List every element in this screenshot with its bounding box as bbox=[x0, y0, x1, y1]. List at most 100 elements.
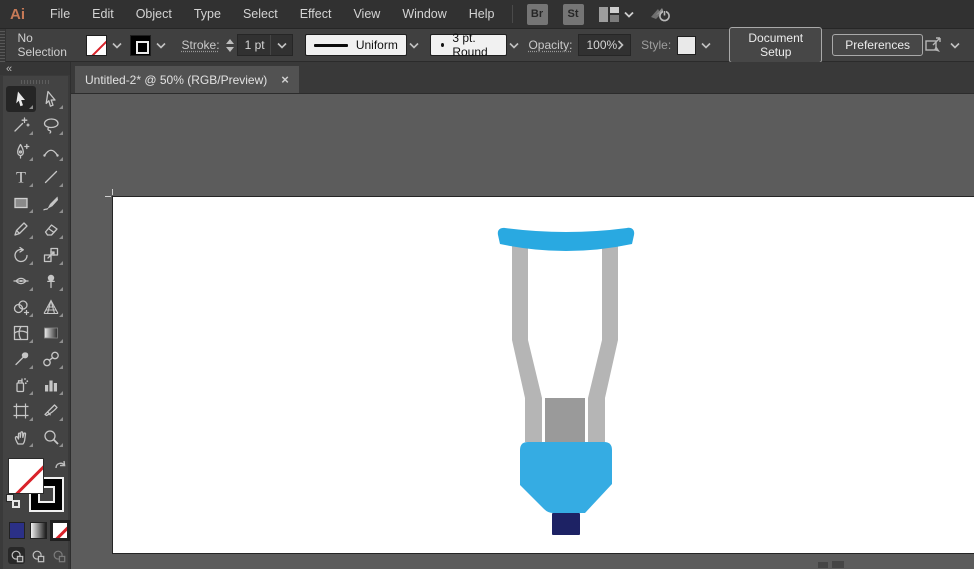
chevron-down-icon[interactable] bbox=[701, 42, 711, 49]
canvas-pasteboard[interactable] bbox=[71, 94, 974, 568]
hand-icon bbox=[12, 428, 30, 446]
crutch-artwork[interactable] bbox=[495, 222, 637, 537]
panel-grip-handle[interactable] bbox=[21, 80, 51, 84]
stroke-color-control[interactable] bbox=[130, 35, 166, 56]
width-profile-dropdown[interactable]: Uniform bbox=[305, 34, 407, 56]
touch-workspace-control[interactable] bbox=[923, 36, 960, 54]
fill-none-swatch[interactable] bbox=[86, 35, 107, 56]
zoom-tool[interactable] bbox=[36, 424, 66, 450]
crutch-inner-post[interactable] bbox=[545, 398, 585, 444]
default-fill-stroke-icon[interactable] bbox=[6, 494, 20, 508]
crutch-right-leg[interactable] bbox=[588, 242, 618, 442]
artboard[interactable] bbox=[113, 197, 974, 553]
fill-control[interactable] bbox=[86, 35, 122, 56]
stroke-weight-dropdown[interactable] bbox=[270, 35, 287, 55]
gradient-tool[interactable] bbox=[36, 320, 66, 346]
paintbrush-tool[interactable] bbox=[36, 190, 66, 216]
document-setup-button[interactable]: Document Setup bbox=[729, 27, 822, 63]
stroke-color-swatch[interactable] bbox=[130, 35, 151, 56]
none-button[interactable] bbox=[52, 522, 68, 539]
menu-item-help[interactable]: Help bbox=[458, 0, 506, 28]
menu-item-object[interactable]: Object bbox=[125, 0, 183, 28]
rotate-tool[interactable] bbox=[6, 242, 36, 268]
preferences-button[interactable]: Preferences bbox=[832, 34, 923, 56]
perspective-grid-tool[interactable] bbox=[36, 294, 66, 320]
magic-wand-tool[interactable] bbox=[6, 112, 36, 138]
chevron-right-icon[interactable] bbox=[617, 40, 624, 50]
type-tool[interactable]: T bbox=[6, 164, 36, 190]
menu-item-view[interactable]: View bbox=[342, 0, 391, 28]
gradient-icon bbox=[42, 324, 60, 342]
direct-selection-tool[interactable] bbox=[36, 86, 66, 112]
crutch-left-leg[interactable] bbox=[512, 242, 542, 442]
chevron-down-icon[interactable] bbox=[112, 42, 122, 49]
width-tool[interactable] bbox=[6, 268, 36, 294]
draw-behind-icon bbox=[31, 549, 45, 563]
panel-drag-handle[interactable] bbox=[0, 29, 6, 62]
illustrator-logo: Ai bbox=[10, 6, 25, 23]
menu-item-window[interactable]: Window bbox=[391, 0, 457, 28]
magic-wand-icon bbox=[12, 116, 30, 134]
zoom-icon bbox=[42, 428, 60, 446]
stroke-weight-value[interactable]: 1 pt bbox=[245, 38, 265, 52]
swap-fill-stroke-icon[interactable] bbox=[54, 458, 67, 476]
brush-definition-dropdown[interactable]: 3 pt. Round bbox=[430, 34, 507, 56]
opacity-label[interactable]: Opacity: bbox=[528, 38, 572, 52]
bridge-button[interactable]: Br bbox=[527, 4, 548, 25]
symbol-sprayer-tool[interactable] bbox=[6, 372, 36, 398]
draw-behind-button[interactable] bbox=[29, 547, 46, 564]
selection-status: No Selection bbox=[18, 31, 72, 59]
style-swatch[interactable] bbox=[677, 36, 696, 55]
fill-indicator-none[interactable] bbox=[8, 458, 44, 494]
menu-item-select[interactable]: Select bbox=[232, 0, 289, 28]
artboard-tool[interactable] bbox=[6, 398, 36, 424]
mesh-tool[interactable] bbox=[6, 320, 36, 346]
crutch-tip[interactable] bbox=[552, 513, 580, 535]
shaper-tool[interactable] bbox=[6, 216, 36, 242]
tab-close-icon[interactable]: × bbox=[281, 72, 289, 87]
shape-builder-tool[interactable] bbox=[6, 294, 36, 320]
sync-settings[interactable] bbox=[648, 5, 672, 23]
lasso-tool[interactable] bbox=[36, 112, 66, 138]
style-control[interactable] bbox=[677, 36, 711, 55]
perspective-grid-icon bbox=[42, 298, 60, 316]
menu-item-file[interactable]: File bbox=[39, 0, 81, 28]
draw-inside-button[interactable] bbox=[51, 547, 68, 564]
menu-item-effect[interactable]: Effect bbox=[289, 0, 343, 28]
workspace-switcher[interactable] bbox=[599, 7, 634, 22]
brush-definition-chevron[interactable] bbox=[507, 34, 521, 56]
width-profile-chevron[interactable] bbox=[407, 34, 421, 56]
blend-tool[interactable] bbox=[36, 346, 66, 372]
document-tab-title[interactable]: Untitled-2* @ 50% (RGB/Preview) bbox=[85, 73, 267, 87]
rectangle-tool[interactable] bbox=[6, 190, 36, 216]
document-tab[interactable]: Untitled-2* @ 50% (RGB/Preview) × bbox=[75, 66, 299, 93]
menu-bar: Ai FileEditObjectTypeSelectEffectViewWin… bbox=[0, 0, 974, 29]
collapse-panel-button[interactable]: « bbox=[6, 63, 12, 75]
menu-item-type[interactable]: Type bbox=[183, 0, 232, 28]
color-button[interactable] bbox=[9, 522, 25, 539]
scale-tool[interactable] bbox=[36, 242, 66, 268]
hand-tool[interactable] bbox=[6, 424, 36, 450]
stepper-up-icon[interactable] bbox=[226, 39, 234, 44]
line-segment-tool[interactable] bbox=[36, 164, 66, 190]
slice-tool[interactable] bbox=[36, 398, 66, 424]
column-graph-tool[interactable] bbox=[36, 372, 66, 398]
stock-button[interactable]: St bbox=[563, 4, 584, 25]
gradient-button[interactable] bbox=[30, 522, 46, 539]
stroke-label[interactable]: Stroke: bbox=[182, 38, 220, 52]
menu-item-edit[interactable]: Edit bbox=[81, 0, 125, 28]
crutch-grip[interactable] bbox=[520, 442, 612, 513]
opacity-field[interactable]: 100% bbox=[578, 34, 631, 56]
curvature-tool[interactable] bbox=[36, 138, 66, 164]
stepper-down-icon[interactable] bbox=[226, 47, 234, 52]
opacity-value[interactable]: 100% bbox=[586, 38, 617, 52]
eraser-tool[interactable] bbox=[36, 216, 66, 242]
chevron-down-icon[interactable] bbox=[156, 42, 166, 49]
puppet-warp-tool[interactable] bbox=[36, 268, 66, 294]
eyedropper-tool[interactable] bbox=[6, 346, 36, 372]
selection-tool[interactable] bbox=[6, 86, 36, 112]
pen-tool[interactable] bbox=[6, 138, 36, 164]
stroke-weight-stepper[interactable] bbox=[226, 39, 234, 52]
stroke-weight-field[interactable]: 1 pt bbox=[237, 34, 293, 56]
draw-normal-button[interactable] bbox=[8, 547, 25, 564]
